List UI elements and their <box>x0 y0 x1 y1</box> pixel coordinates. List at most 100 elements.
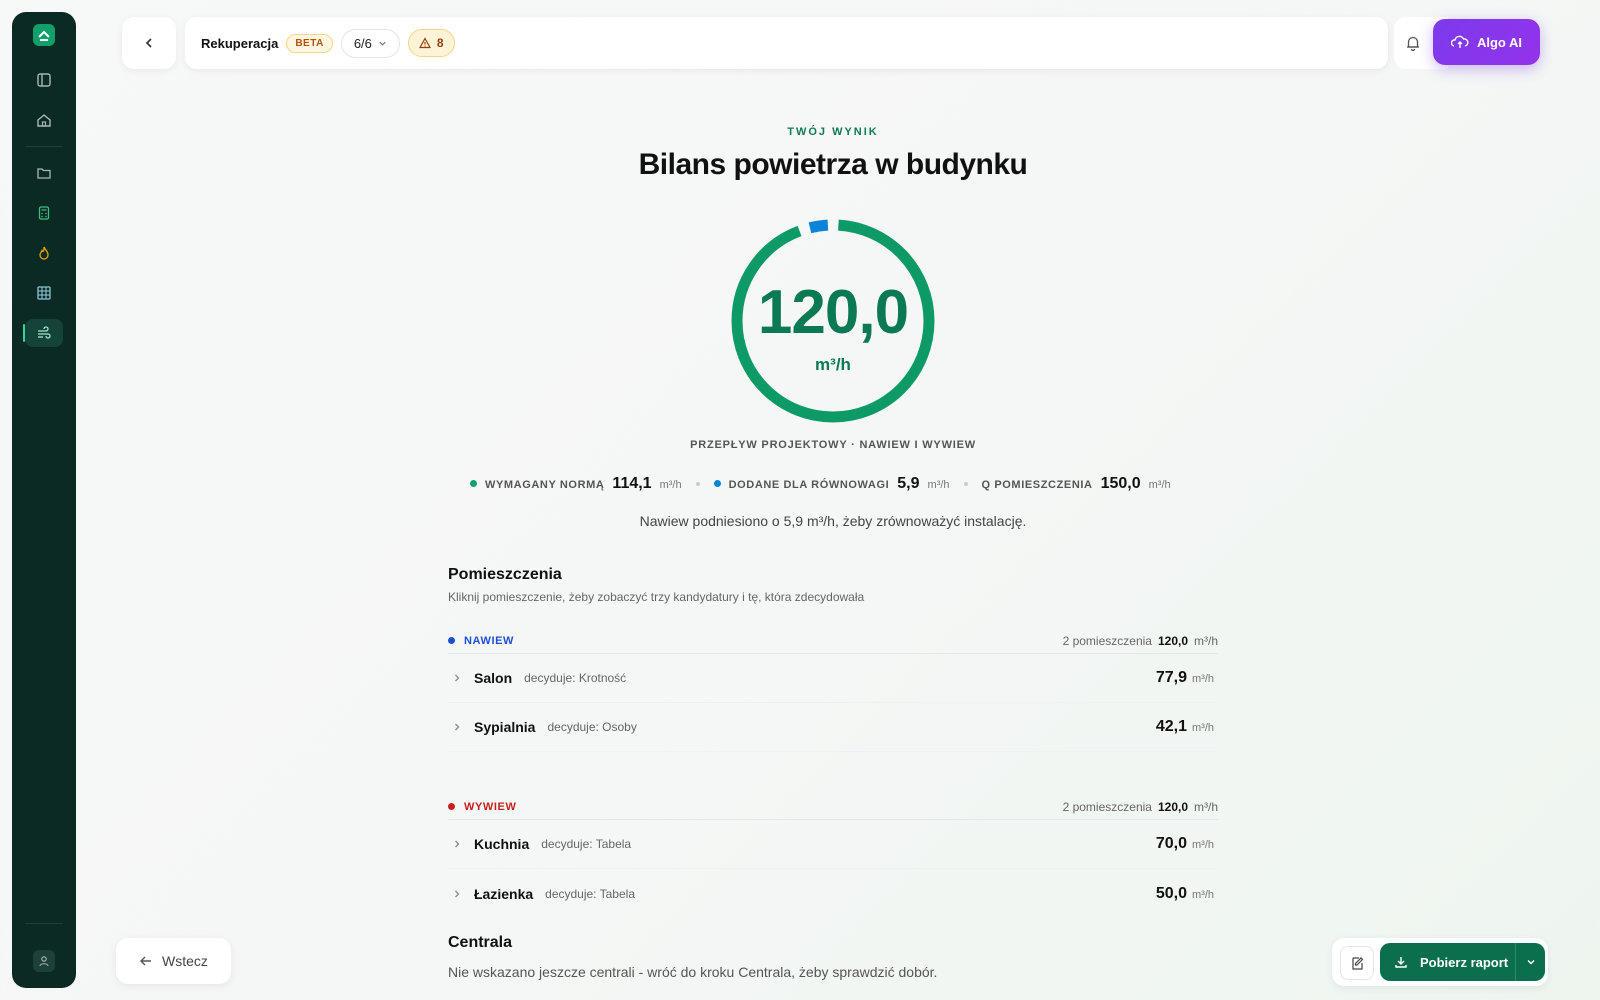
stat-value: 5,9 <box>897 475 920 492</box>
warnings-count: 8 <box>436 36 444 50</box>
user-avatar-icon[interactable] <box>33 950 55 972</box>
stat-required: WYMAGANY NORMĄ 114,1 m³/h <box>470 475 682 493</box>
sidebar-divider <box>25 146 63 147</box>
calculator-icon[interactable] <box>25 199 63 227</box>
group-exhaust: WYWIEW 2 pomieszczenia 120,0 m³/h Kuchni… <box>448 794 1218 918</box>
room-name: Sypialnia <box>474 719 536 735</box>
stat-label: DODANE DLA RÓWNOWAGI <box>728 479 890 491</box>
group-sum: 120,0 <box>1157 799 1188 814</box>
room-unit: m³/h <box>1192 888 1214 901</box>
room-value: 42,1 <box>1155 718 1187 735</box>
room-value: 70,0 <box>1155 835 1187 852</box>
chevron-right-icon <box>455 890 460 897</box>
chevron-down-icon <box>1527 960 1534 965</box>
group-summary: 2 pomieszczenia 120,0 m³/h <box>1063 634 1218 648</box>
back-button[interactable]: Wstecz <box>116 938 231 984</box>
warnings-badge[interactable]: 8 <box>407 29 455 57</box>
group-sum: 120,0 <box>1157 633 1188 648</box>
room-unit: m³/h <box>1192 673 1214 685</box>
flow-label: PRZEPŁYW PROJEKTOWY · NAWIEW I WYWIEW <box>690 439 976 451</box>
group-label: NAWIEW <box>464 634 515 647</box>
separator-dot <box>695 482 700 486</box>
group-count: 2 pomieszczenia <box>1062 799 1152 814</box>
chevron-down-icon <box>379 41 386 46</box>
stat-label: WYMAGANY NORMĄ <box>485 479 605 491</box>
stat-label: Q POMIESZCZENIA <box>981 479 1093 491</box>
stat-q-rooms: Q POMIESZCZENIA 150,0 m³/h <box>982 475 1171 493</box>
grid-table-icon[interactable] <box>25 279 63 307</box>
arrow-left-icon <box>140 956 152 966</box>
group-label: WYWIEW <box>464 800 517 813</box>
central-section: Centrala Nie wskazano jeszcze centrali -… <box>448 934 1218 980</box>
room-row-salon[interactable]: Salon decyduje: Krotność 77,9 m³/h <box>448 654 1218 703</box>
algo-ai-label: Algo AI <box>1476 34 1522 50</box>
room-decides: decyduje: Osoby <box>547 720 637 734</box>
rooms-subtitle: Kliknij pomieszczenie, żeby zobaczyć trz… <box>448 590 865 604</box>
back-nav-button[interactable] <box>122 17 176 69</box>
ventilation-wind-icon[interactable] <box>23 319 63 347</box>
flame-icon[interactable] <box>25 239 63 267</box>
module-title: Rekuperacja <box>201 35 279 51</box>
group-color-dot <box>448 803 455 810</box>
group-supply: NAWIEW 2 pomieszczenia 120,0 m³/h Salon … <box>448 628 1218 752</box>
room-decides: decyduje: Tabela <box>541 837 632 851</box>
chevron-right-icon <box>455 723 460 731</box>
room-name: Salon <box>474 670 513 686</box>
stat-unit: m³/h <box>1148 479 1171 491</box>
sidebar-divider <box>25 923 63 924</box>
group-header: NAWIEW 2 pomieszczenia 120,0 m³/h <box>448 628 1218 654</box>
beta-badge: BETA <box>286 33 333 53</box>
room-name: Kuchnia <box>474 836 530 852</box>
bell-icon <box>1407 36 1419 52</box>
room-row-kuchnia[interactable]: Kuchnia decyduje: Tabela 70,0 m³/h <box>448 820 1218 869</box>
room-row-lazienka[interactable]: Łazienka decyduje: Tabela 50,0 m³/h <box>448 869 1218 918</box>
report-options-toggle[interactable] <box>1515 943 1545 981</box>
chevron-right-icon <box>455 674 460 682</box>
algo-ai-button[interactable]: Algo AI <box>1433 19 1540 65</box>
central-title: Centrala <box>448 934 513 951</box>
room-row-sypialnia[interactable]: Sypialnia decyduje: Osoby 42,1 m³/h <box>448 703 1218 752</box>
room-decides: decyduje: Krotność <box>524 671 627 685</box>
report-label: Pobierz raport <box>1420 954 1509 970</box>
stat-required-dot <box>470 480 477 487</box>
back-label: Wstecz <box>162 953 208 969</box>
room-unit: m³/h <box>1192 839 1214 851</box>
chevron-left-icon <box>145 38 152 48</box>
download-report-button[interactable]: Pobierz raport <box>1380 943 1545 981</box>
group-name: WYWIEW <box>448 801 516 813</box>
group-name: NAWIEW <box>448 635 514 647</box>
rooms-section: Pomieszczenia Kliknij pomieszczenie, żeb… <box>448 566 1218 918</box>
app-logo-icon[interactable] <box>33 24 55 46</box>
central-text: Nie wskazano jeszcze centrali - wróć do … <box>448 964 938 980</box>
stat-added: DODANE DLA RÓWNOWAGI 5,9 m³/h <box>713 475 950 493</box>
step-selector[interactable]: 6/6 <box>340 28 400 58</box>
group-unit: m³/h <box>1194 799 1218 814</box>
group-color-dot <box>448 637 455 644</box>
stat-value: 114,1 <box>612 475 652 492</box>
room-decides: decyduje: Tabela <box>545 886 635 901</box>
page-title: Bilans powietrza w budynku <box>638 148 1028 181</box>
edit-report-button[interactable] <box>1340 946 1374 980</box>
sidebar-bottom <box>25 923 63 972</box>
download-icon <box>1395 957 1407 968</box>
group-count: 2 pomieszczenia <box>1062 633 1152 648</box>
stat-added-dot <box>713 480 721 487</box>
stats-row: WYMAGANY NORMĄ 114,1 m³/h DODANE DLA RÓW… <box>470 475 1171 493</box>
sparkle-cloud-icon <box>1450 35 1469 48</box>
room-unit: m³/h <box>1192 722 1214 734</box>
room-value: 50,0 <box>1155 884 1187 902</box>
balance-note: Nawiew podniesiono o 5,9 m³/h, żeby zrów… <box>639 513 1027 529</box>
sidebar-toggle-icon[interactable] <box>25 66 63 94</box>
group-unit: m³/h <box>1194 633 1218 648</box>
separator-dot <box>963 482 968 486</box>
rooms-title: Pomieszczenia <box>448 566 562 583</box>
gauge-unit: m³/h <box>815 355 851 374</box>
chevron-right-icon <box>455 840 460 848</box>
stat-unit: m³/h <box>927 479 950 491</box>
gauge-value: 120,0 <box>757 278 909 347</box>
warning-triangle-icon <box>418 37 431 49</box>
top-bar: Rekuperacja BETA 6/6 8 <box>185 17 1388 69</box>
step-label: 6/6 <box>353 35 372 51</box>
group-summary: 2 pomieszczenia 120,0 m³/h <box>1063 800 1218 814</box>
group-header: WYWIEW 2 pomieszczenia 120,0 m³/h <box>448 794 1218 820</box>
